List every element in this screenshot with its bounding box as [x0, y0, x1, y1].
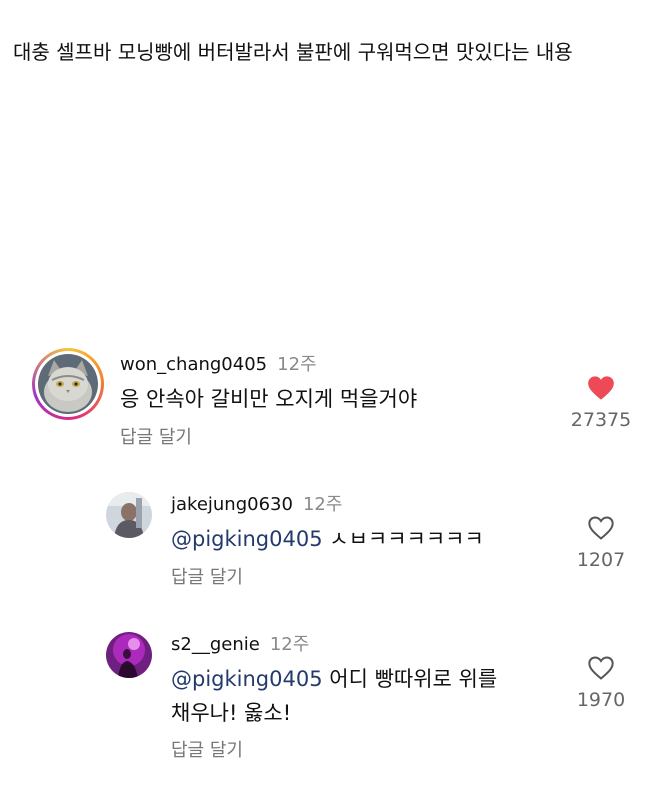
comment-body: ㅅㅂㅋㅋㅋㅋㅋㅋ: [322, 527, 484, 551]
heart-outline-icon[interactable]: [587, 515, 615, 541]
reply-button[interactable]: 답글 달기: [120, 423, 192, 449]
comment-time: 12주: [269, 634, 310, 655]
comment-text: @pigking0405 어디 빵따위로 위를 채우나! 옳소!: [171, 662, 497, 730]
reply-button[interactable]: 답글 달기: [171, 563, 243, 589]
like-control: 1207: [566, 515, 636, 571]
like-count: 27375: [570, 409, 632, 431]
heart-filled-icon[interactable]: [587, 375, 615, 401]
like-control: 27375: [566, 375, 636, 431]
like-count: 1207: [576, 549, 626, 571]
mention-link[interactable]: @pigking0405: [171, 667, 323, 691]
comment-body-line2: 채우나! 옳소!: [171, 701, 292, 725]
comment-time: 12주: [277, 354, 317, 375]
like-count: 1970: [576, 689, 626, 711]
comment-username[interactable]: jakejung0630: [171, 494, 293, 515]
comment-username[interactable]: s2__genie: [171, 634, 260, 655]
avatar-won-chang[interactable]: [38, 354, 98, 414]
comment-username[interactable]: won_chang0405: [120, 354, 267, 375]
post-caption: 대충 셀프바 모닝빵에 버터발라서 불판에 구워먹으면 맛있다는 내용: [13, 40, 573, 64]
comment-body-line1: 어디 빵따위로 위를: [322, 667, 498, 691]
comment-time: 12주: [302, 494, 343, 515]
like-control: 1970: [566, 655, 636, 711]
reply-button[interactable]: 답글 달기: [171, 736, 243, 762]
avatar-s2-genie[interactable]: [106, 632, 152, 678]
purple-stage-avatar-icon: [106, 632, 152, 678]
comment-text: @pigking0405 ㅅㅂㅋㅋㅋㅋㅋㅋ: [171, 522, 484, 556]
heart-outline-icon[interactable]: [587, 655, 615, 681]
avatar-jakejung[interactable]: [106, 492, 152, 538]
mention-link[interactable]: @pigking0405: [171, 527, 323, 551]
gray-cat-avatar-icon: [38, 354, 98, 414]
story-ring[interactable]: [32, 348, 104, 420]
comment-text: 응 안속아 갈비만 오지게 먹을거야: [120, 387, 418, 411]
person-photo-avatar-icon: [106, 492, 152, 538]
